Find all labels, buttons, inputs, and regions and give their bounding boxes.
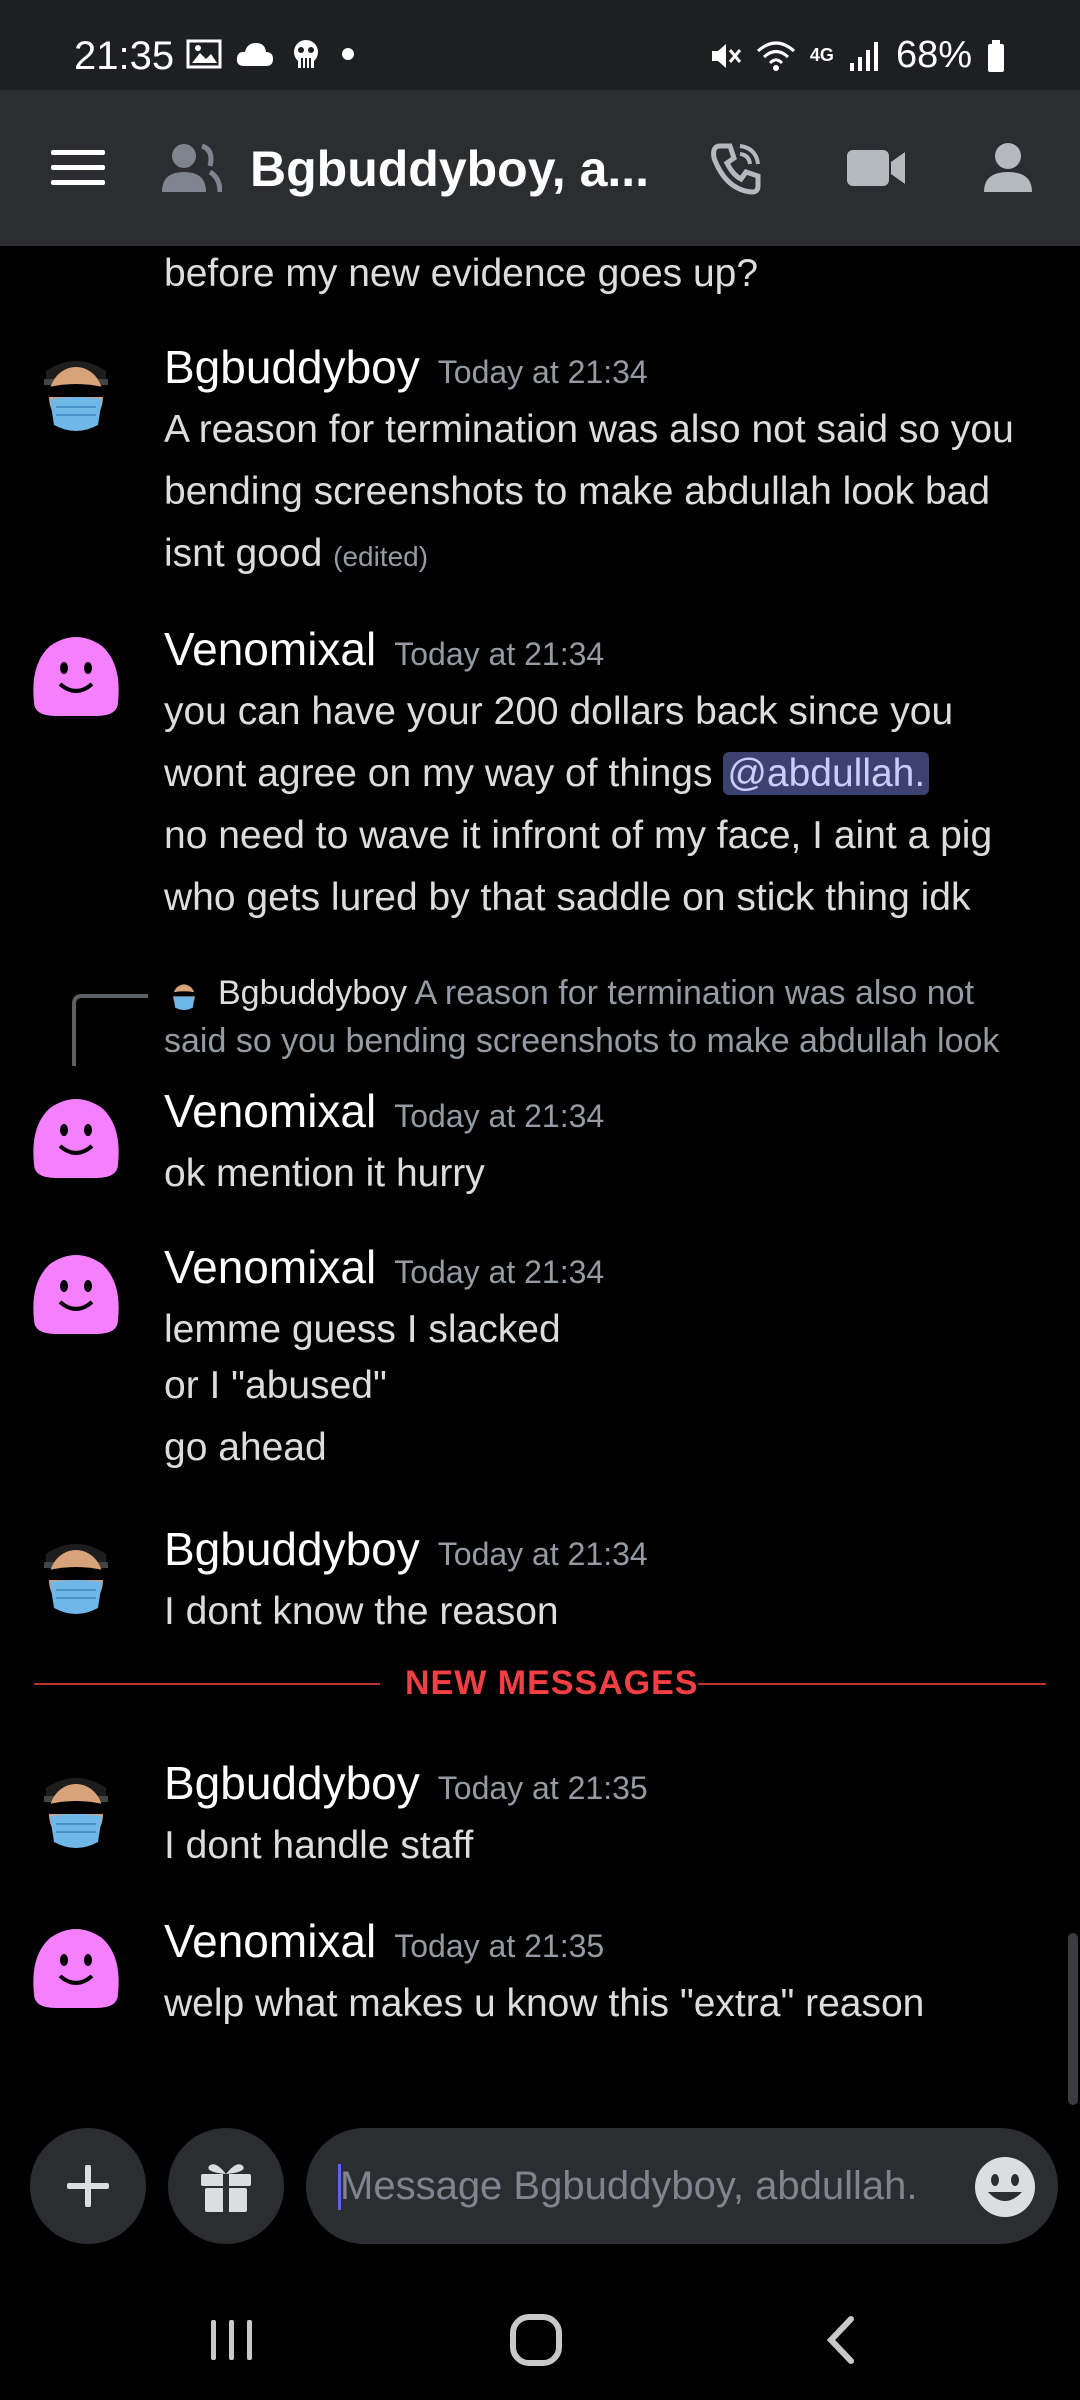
scrollbar[interactable] xyxy=(1068,1933,1078,2105)
message-text: isnt good xyxy=(164,532,323,575)
message-author[interactable]: Bgbuddyboy xyxy=(164,1757,420,1809)
message-input-container[interactable] xyxy=(306,2128,1058,2244)
message-text: wont agree on my way of things xyxy=(164,752,713,795)
message-input[interactable] xyxy=(340,2128,940,2244)
emoji-icon[interactable] xyxy=(970,2152,1040,2222)
gift-button[interactable] xyxy=(168,2128,284,2244)
message-author[interactable]: Venomixal xyxy=(164,1085,376,1137)
message-text: A reason for termination was also not sa… xyxy=(164,408,1014,451)
menu-button[interactable] xyxy=(40,130,116,206)
video-button[interactable] xyxy=(838,130,914,206)
message-text: who gets lured by that saddle on stick t… xyxy=(164,876,971,919)
battery-icon xyxy=(988,39,1004,72)
new-messages-label: NEW MESSAGES xyxy=(405,1664,699,1702)
image-icon xyxy=(186,39,222,69)
avatar[interactable] xyxy=(26,341,126,441)
reply-avatar xyxy=(164,974,204,1014)
message-text: lemme guess I slacked xyxy=(164,1308,561,1351)
members-button[interactable] xyxy=(972,130,1048,206)
status-bar: 21:35 4G 68% xyxy=(0,0,1080,90)
reply-connector xyxy=(72,994,148,1066)
reply-text: said so you bending screenshots to make … xyxy=(164,1022,1000,1060)
message-timestamp: Today at 21:34 xyxy=(437,1536,648,1572)
mute-icon xyxy=(711,43,742,68)
message-text: bending screenshots to make abdullah loo… xyxy=(164,470,991,513)
message-author[interactable]: Venomixal xyxy=(164,623,376,675)
reply-preview[interactable]: Bgbuddyboy A reason for termination was … xyxy=(218,974,974,1013)
menu-icon xyxy=(51,150,105,185)
avatar[interactable] xyxy=(26,1242,126,1342)
message-list[interactable]: before my new evidence goes up? Bgbuddyb… xyxy=(0,246,1080,2106)
system-nav-bar xyxy=(0,2280,1080,2400)
message-author[interactable]: Venomixal xyxy=(164,1915,376,1967)
new-messages-divider-left xyxy=(34,1683,380,1685)
wifi-icon xyxy=(756,41,795,71)
message-text: ok mention it hurry xyxy=(164,1152,485,1195)
video-icon xyxy=(847,150,905,186)
edited-tag: (edited) xyxy=(333,541,429,572)
dot-icon xyxy=(342,48,354,60)
message-timestamp: Today at 21:34 xyxy=(394,1254,605,1290)
attach-button[interactable] xyxy=(30,2128,146,2244)
message-timestamp: Today at 21:35 xyxy=(394,1928,605,1964)
avatar[interactable] xyxy=(26,1086,126,1186)
message-timestamp: Today at 21:35 xyxy=(437,1770,648,1806)
message-author[interactable]: Venomixal xyxy=(164,1241,376,1293)
message-author[interactable]: Bgbuddyboy xyxy=(164,341,420,393)
home-button[interactable] xyxy=(496,2310,576,2370)
message-text: or I "abused" xyxy=(164,1364,387,1407)
members-icon xyxy=(984,143,1032,192)
call-icon xyxy=(711,143,761,195)
app-notification-icon xyxy=(294,40,318,68)
gift-icon xyxy=(201,2164,251,2212)
status-time: 21:35 xyxy=(74,34,175,78)
avatar[interactable] xyxy=(26,1524,126,1624)
recent-apps-button[interactable] xyxy=(192,2310,272,2370)
message-text: welp what makes u know this "extra" reas… xyxy=(164,1982,925,2025)
back-button[interactable] xyxy=(800,2310,880,2370)
reply-author[interactable]: Bgbuddyboy xyxy=(218,974,407,1012)
recent-apps-icon xyxy=(211,2320,252,2360)
group-dm-icon xyxy=(162,143,222,193)
message-timestamp: Today at 21:34 xyxy=(437,354,648,390)
back-icon xyxy=(826,2316,854,2364)
message-text: I dont handle staff xyxy=(164,1824,474,1867)
channel-header: Bgbuddyboy, a... xyxy=(0,90,1080,246)
avatar[interactable] xyxy=(26,1916,126,2016)
cloud-icon xyxy=(236,43,273,66)
message-timestamp: Today at 21:34 xyxy=(394,636,605,672)
avatar[interactable] xyxy=(26,1758,126,1858)
message-timestamp: Today at 21:34 xyxy=(394,1098,605,1134)
signal-icon xyxy=(849,41,878,71)
battery-percent: 68% xyxy=(895,34,972,76)
message-text: I dont know the reason xyxy=(164,1590,559,1633)
avatar[interactable] xyxy=(26,624,126,724)
reply-text: A reason for termination was also not xyxy=(414,974,975,1012)
message-text: you can have your 200 dollars back since… xyxy=(164,690,954,733)
group-dm-indicator xyxy=(152,130,228,206)
call-button[interactable] xyxy=(698,130,774,206)
plus-icon xyxy=(67,2165,109,2207)
channel-title[interactable]: Bgbuddyboy, a... xyxy=(250,140,649,198)
network-type: 4G xyxy=(809,45,834,65)
home-icon xyxy=(510,2314,562,2366)
message-text: no need to wave it infront of my face, I… xyxy=(164,814,993,857)
message-author[interactable]: Bgbuddyboy xyxy=(164,1523,420,1575)
message-text: before my new evidence goes up? xyxy=(164,252,759,295)
new-messages-divider-right xyxy=(698,1683,1046,1685)
message-text: go ahead xyxy=(164,1426,327,1469)
user-mention[interactable]: @abdullah. xyxy=(723,752,930,795)
